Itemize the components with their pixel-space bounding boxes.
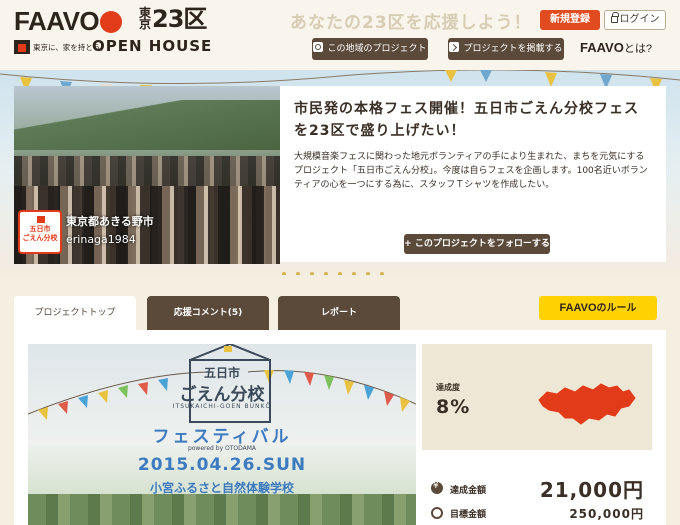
target-value: 250,000円: [569, 507, 644, 521]
owner-avatar[interactable]: 五日市 ごえん分校: [18, 210, 62, 254]
photo-mountains: [14, 100, 280, 150]
tab-bar: プロジェクトトップ 応援コメント(5) レポート FAAVOのルール: [0, 275, 680, 330]
project-main-panel: 五日市 ごえん分校 ITSUKAICHI-GOEN BUNKŌ フェスティバル …: [14, 330, 666, 525]
house-logo-icon: [14, 40, 30, 54]
raised-label: 達成金額: [450, 486, 487, 496]
faavo-logo[interactable]: FAAVO: [14, 6, 123, 36]
lock-icon: [610, 12, 619, 23]
achievement-box: 達成度 8%: [422, 344, 652, 450]
tab-comments[interactable]: 応援コメント(5): [147, 296, 269, 330]
faavo-what-suffix: とは?: [623, 43, 652, 55]
target-label: 目標金額: [450, 510, 487, 520]
rule-brand: FAAVO: [559, 302, 597, 314]
raised-value: 21,000円: [539, 478, 644, 502]
logo-red-circle: [100, 11, 123, 33]
login-label: ログイン: [619, 14, 660, 25]
tokyo-map-icon: [538, 383, 636, 425]
hero-banner: 五日市 ごえん分校 東京都あきる野市 erinaga1984 市民発の本格フェス開…: [0, 70, 680, 275]
post-project-label: プロジェクトを掲載する: [463, 44, 563, 54]
logo-text: FAAVO: [14, 6, 100, 36]
poster-line1: 五日市: [203, 366, 240, 380]
poster-festival: フェスティバル: [152, 427, 292, 447]
logo-23ku[interactable]: 23区: [152, 4, 207, 34]
carousel-dots: [282, 261, 412, 275]
project-location[interactable]: 東京都あきる野市: [66, 213, 154, 229]
logo-openhouse[interactable]: OPEN HOUSE: [92, 37, 212, 55]
register-button[interactable]: 新規登録: [540, 10, 600, 30]
slogan: あなたの23区を応援しよう！: [290, 13, 532, 33]
follow-project-button[interactable]: + このプロジェクトをフォローする: [404, 234, 550, 254]
poster-powered: powered by OTODAMA: [187, 445, 257, 452]
poster-trees: [28, 494, 416, 525]
area-projects-label: この地域のプロジェクト: [327, 44, 427, 54]
achievement-label: 達成度: [436, 383, 460, 392]
site-header: FAAVO 東京 23区 東京に、家を持とう。 OPEN HOUSE あなたの2…: [0, 0, 680, 70]
project-summary-card: 市民発の本格フェス開催！五日市ごえん分校フェスを23区で盛り上げたい！ 大規模音…: [280, 86, 666, 262]
poster-date: 2015.04.26.SUN: [137, 455, 307, 475]
project-poster[interactable]: 五日市 ごえん分校 ITSUKAICHI-GOEN BUNKŌ フェスティバル …: [28, 344, 416, 525]
achievement-value: 8%: [436, 396, 471, 418]
coin-bag-icon: [431, 481, 443, 494]
target-icon: [431, 507, 443, 519]
search-icon: [313, 42, 324, 52]
faavo-what-link[interactable]: FAAVOとは?: [580, 40, 652, 56]
rule-suffix: のルール: [596, 303, 637, 314]
login-button[interactable]: ログイン: [604, 10, 666, 30]
faavo-what-brand: FAAVO: [580, 40, 624, 55]
project-title: 市民発の本格フェス開催！五日市ごえん分校フェスを23区で盛り上げたい！: [294, 101, 639, 139]
tab-report[interactable]: レポート: [278, 296, 400, 330]
tab-project-top[interactable]: プロジェクトトップ: [14, 296, 136, 330]
area-projects-button[interactable]: この地域のプロジェクト: [312, 38, 428, 60]
poster-line2: ごえん分校: [179, 385, 265, 405]
faavo-rules-button[interactable]: FAAVOのルール: [539, 296, 657, 320]
arrow-icon: [449, 42, 460, 52]
logo-tokyo: 東京: [138, 6, 151, 31]
project-owner[interactable]: erinaga1984: [66, 233, 136, 246]
post-project-button[interactable]: プロジェクトを掲載する: [448, 38, 564, 60]
project-description: 大規模音楽フェスに関わった地元ボランティアの手により生まれた、まちを元気にするプ…: [294, 152, 648, 190]
poster-line3: ITSUKAICHI-GOEN BUNKŌ: [172, 403, 272, 410]
